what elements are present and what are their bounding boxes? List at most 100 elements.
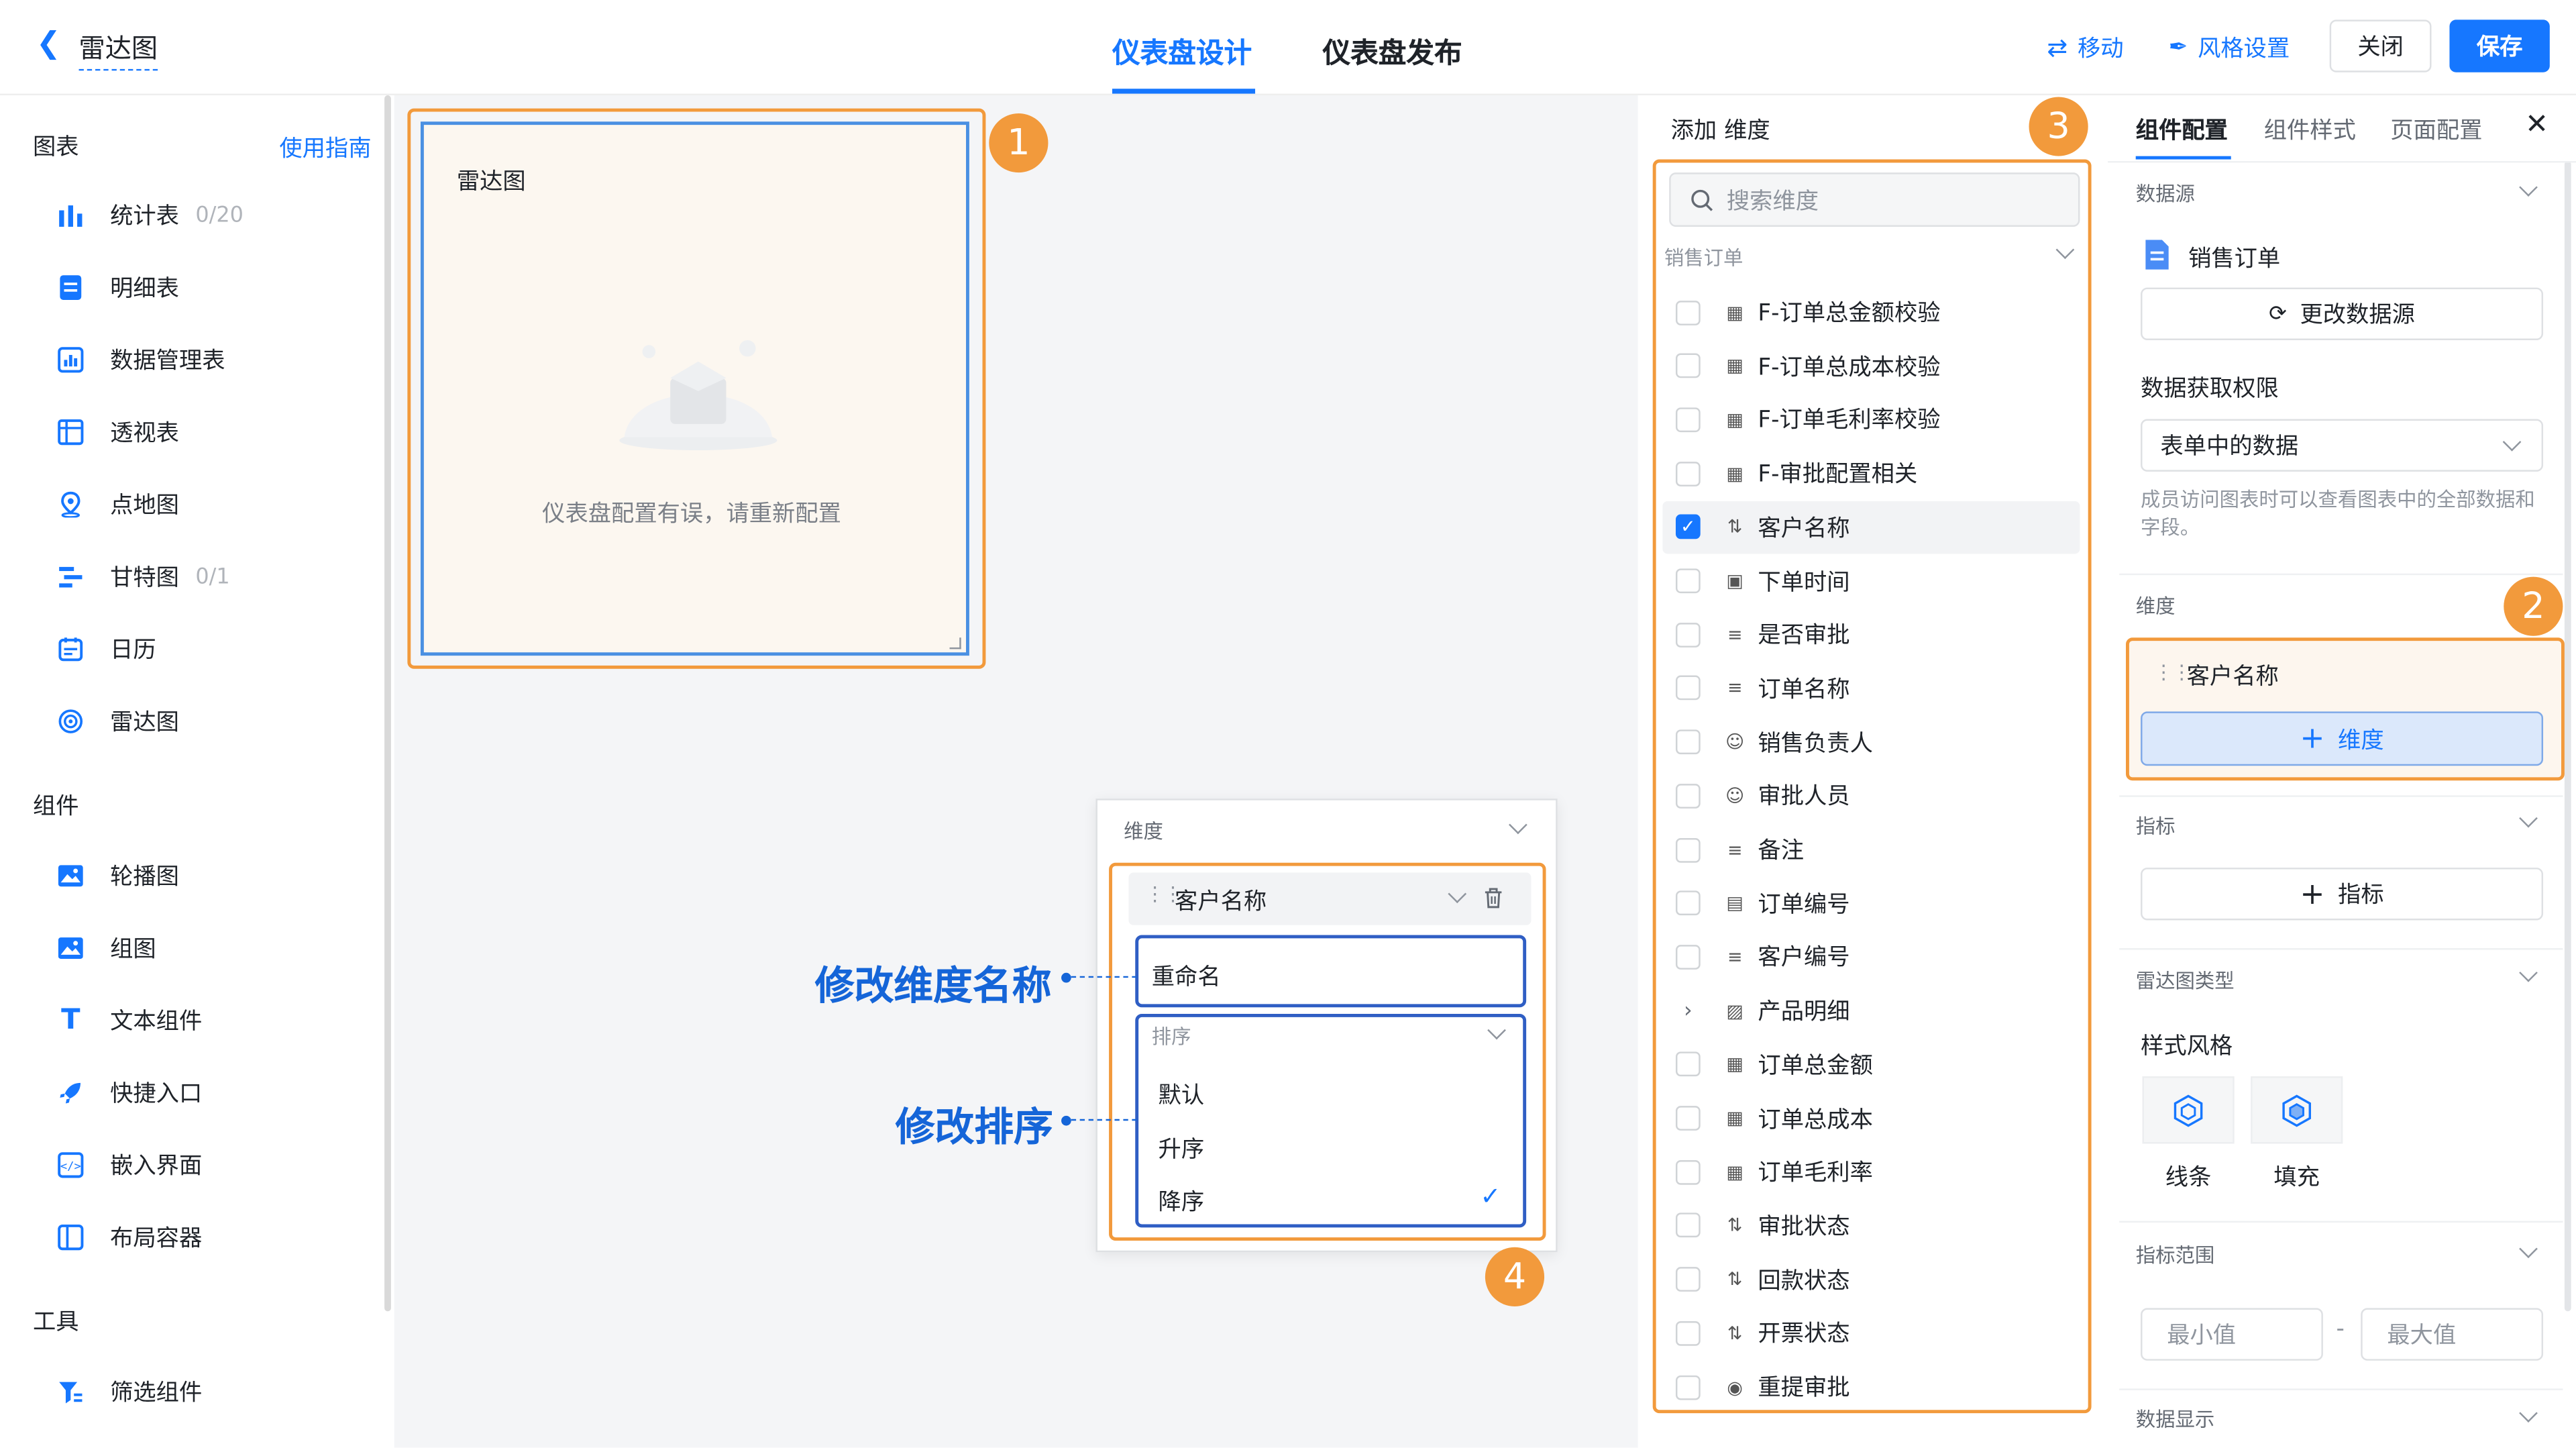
guide-link[interactable]: 使用指南 — [279, 132, 371, 164]
dimension-list-item[interactable]: ⇅ 回款状态 — [1675, 1259, 1850, 1299]
dimension-list-item[interactable]: ▣ 下单时间 — [1675, 561, 1850, 601]
checkbox[interactable] — [1675, 1374, 1701, 1400]
permission-select[interactable]: 表单中的数据 — [2141, 419, 2544, 472]
checkbox[interactable] — [1675, 461, 1701, 486]
number-field-icon: ▦ — [1726, 301, 1743, 323]
sidebar-item-stat-table[interactable]: 统计表 0/20 — [56, 195, 244, 235]
checkbox[interactable] — [1675, 568, 1701, 594]
trash-icon[interactable] — [1483, 887, 1503, 909]
dimension-list-item[interactable]: ▦ 订单总金额 — [1675, 1045, 1873, 1084]
dimension-field-chip[interactable]: 客户名称 — [2187, 659, 2279, 692]
sidebar-item-detail-table[interactable]: 明细表 — [56, 268, 179, 307]
sidebar-item-layout[interactable]: 布局容器 — [56, 1218, 202, 1257]
popup-dimension-chip[interactable]: ⋮⋮ 客户名称 — [1128, 872, 1532, 925]
sidebar-item-text[interactable]: T 文本组件 — [56, 1000, 202, 1040]
close-icon[interactable]: ✕ — [2525, 109, 2548, 142]
sidebar-item-pivot-table[interactable]: 透视表 — [56, 413, 179, 452]
checkbox[interactable] — [1675, 622, 1701, 648]
checkbox[interactable] — [1675, 783, 1701, 809]
tab-page-config[interactable]: 页面配置 — [2390, 113, 2482, 146]
sidebar-item-filter[interactable]: 筛选组件 — [56, 1372, 202, 1412]
chevron-down-icon[interactable] — [1487, 1021, 1506, 1040]
dimension-list-item[interactable]: ◉ 重提审批 — [1675, 1367, 1850, 1407]
max-value-input[interactable]: 最大值 — [2361, 1308, 2544, 1361]
sidebar-item-carousel[interactable]: 轮播图 — [56, 856, 179, 896]
sidebar-item-quick-entry[interactable]: 快捷入口 — [56, 1073, 202, 1113]
checkbox[interactable] — [1675, 890, 1701, 916]
checkbox[interactable] — [1675, 1321, 1701, 1346]
search-input[interactable]: 搜索维度 — [1669, 172, 2080, 227]
radar-icon — [56, 707, 85, 736]
change-datasource-button[interactable]: ⟳ 更改数据源 — [2141, 287, 2544, 340]
sidebar-item-data-table[interactable]: 数据管理表 — [56, 340, 225, 380]
sort-option-asc[interactable]: 升序 — [1159, 1132, 1205, 1165]
tab-dashboard-publish[interactable]: 仪表盘发布 — [1322, 30, 1462, 70]
permission-hint: 成员访问图表时可以查看图表中的全部数据和字段。 — [2141, 488, 2535, 539]
dimension-list-item[interactable]: ▦ F-订单毛利率校验 — [1675, 400, 1941, 439]
min-value-input[interactable]: 最小值 — [2141, 1308, 2323, 1361]
checkbox[interactable]: ✓ — [1675, 515, 1701, 539]
checkbox[interactable] — [1675, 407, 1701, 432]
tab-dashboard-design[interactable]: 仪表盘设计 — [1112, 30, 1252, 70]
dimension-list-item[interactable]: ≡ 客户编号 — [1675, 937, 1850, 977]
checkbox[interactable] — [1675, 1159, 1701, 1184]
checkbox[interactable] — [1675, 299, 1701, 325]
sidebar-item-point-map[interactable]: 点地图 — [56, 484, 179, 524]
move-button[interactable]: ⇄ 移动 — [2047, 32, 2123, 64]
dimension-list-item[interactable]: ▦ F-订单总成本校验 — [1675, 346, 1941, 386]
dimension-list-item[interactable]: ☺ 审批人员 — [1675, 776, 1850, 816]
dimension-list-item[interactable]: ✓ ⇅ 客户名称 — [1675, 507, 1850, 547]
dimension-list-item[interactable]: ▦ F-审批配置相关 — [1675, 454, 1917, 493]
dimension-list-item[interactable]: ≡ 是否审批 — [1675, 615, 1850, 654]
drag-handle-icon[interactable]: ⋮⋮ — [2154, 660, 2192, 683]
style-settings-button[interactable]: ✒ 风格设置 — [2169, 32, 2290, 64]
tab-component-config[interactable]: 组件配置 — [2136, 113, 2228, 146]
dimension-list-item[interactable]: ≡ 订单名称 — [1675, 668, 1850, 708]
checkbox[interactable] — [1675, 353, 1701, 378]
rename-menu-item[interactable]: 重命名 — [1135, 935, 1527, 1008]
add-dimension-button[interactable]: + 维度 — [2141, 711, 2544, 766]
dimension-list-item[interactable]: ▦ F-订单总金额校验 — [1675, 293, 1941, 332]
dimension-list-item[interactable]: ▦ 订单总成本 — [1675, 1098, 1873, 1138]
checkbox[interactable] — [1675, 837, 1701, 862]
close-button[interactable]: 关闭 — [2329, 19, 2432, 72]
range-separator: - — [2336, 1316, 2345, 1343]
sidebar-item-image-group[interactable]: 组图 — [56, 929, 156, 968]
checkbox[interactable] — [1675, 1267, 1701, 1292]
style-option-line[interactable] — [2142, 1076, 2235, 1144]
dimension-list-item[interactable]: ▤ 订单编号 — [1675, 884, 1850, 923]
resize-handle-icon[interactable] — [949, 637, 961, 650]
sort-option-desc[interactable]: 降序 — [1159, 1185, 1205, 1218]
sidebar-item-gantt[interactable]: 甘特图 0/1 — [56, 557, 230, 597]
charts-section-title: 图表 — [32, 134, 79, 162]
sort-option-default[interactable]: 默认 — [1159, 1078, 1205, 1111]
checkbox[interactable] — [1675, 1213, 1701, 1239]
dimension-list-item[interactable]: ▦ 订单毛利率 — [1675, 1152, 1873, 1192]
checkbox[interactable] — [1675, 676, 1701, 701]
style-option-fill[interactable] — [2251, 1076, 2343, 1144]
sidebar-item-radar[interactable]: 雷达图 — [56, 702, 179, 741]
add-metric-button[interactable]: + 指标 — [2141, 868, 2544, 921]
radar-widget[interactable]: 雷达图 仪表盘配置有误，请重新配置 — [420, 121, 969, 656]
dimension-list-item[interactable]: ☺ 销售负责人 — [1675, 723, 1873, 762]
page-title[interactable]: 雷达图 — [78, 26, 158, 71]
checkbox[interactable] — [1675, 729, 1701, 755]
checkbox[interactable] — [1675, 1052, 1701, 1077]
dimension-list-item[interactable]: › ▨ 产品明细 — [1676, 991, 1850, 1031]
save-button[interactable]: 保存 — [2449, 19, 2550, 72]
sidebar-item-embed[interactable]: </> 嵌入界面 — [56, 1145, 202, 1185]
dimension-list-item[interactable]: ≡ 备注 — [1675, 830, 1804, 870]
chevron-right-icon[interactable]: › — [1676, 998, 1701, 1023]
back-arrow-icon[interactable]: ❮ — [36, 26, 61, 60]
checkbox[interactable] — [1675, 944, 1701, 970]
dimension-list-item[interactable]: ⇅ 开票状态 — [1675, 1313, 1850, 1353]
config-scrollbar[interactable] — [2564, 161, 2571, 1312]
chevron-down-icon[interactable] — [1448, 884, 1467, 904]
annotation-line — [1071, 976, 1137, 978]
tab-component-style[interactable]: 组件样式 — [2264, 113, 2356, 146]
checkbox[interactable] — [1675, 1106, 1701, 1131]
sidebar-item-calendar[interactable]: 日历 — [56, 629, 156, 669]
dimension-list-item[interactable]: ⇅ 审批状态 — [1675, 1206, 1850, 1245]
sidebar-scrollbar[interactable] — [384, 95, 391, 1312]
chevron-down-icon[interactable] — [1509, 815, 1527, 835]
